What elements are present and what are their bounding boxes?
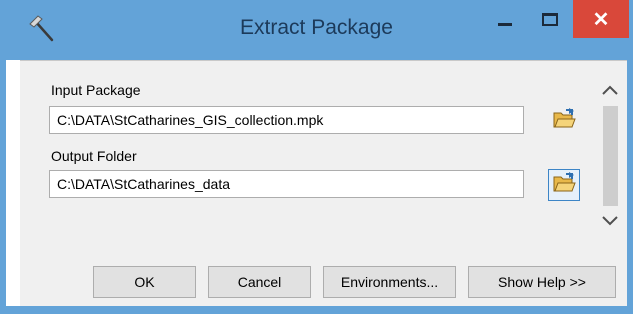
ok-button[interactable]: OK	[93, 266, 196, 298]
output-folder-field[interactable]	[49, 170, 524, 198]
scroll-thumb[interactable]	[603, 106, 618, 206]
folder-open-icon	[552, 171, 576, 199]
cancel-button[interactable]: Cancel	[208, 266, 311, 298]
dialog-content: Input Package Output Folder	[6, 60, 627, 306]
folder-open-icon	[552, 107, 576, 135]
scroll-up-icon[interactable]	[600, 83, 620, 97]
input-package-field[interactable]	[49, 106, 524, 134]
output-folder-browse-button[interactable]	[548, 169, 580, 201]
input-package-browse-button[interactable]	[548, 105, 580, 137]
show-help-button[interactable]: Show Help >>	[468, 266, 616, 298]
vertical-scrollbar[interactable]	[594, 71, 627, 236]
close-icon: ✕	[592, 8, 610, 31]
title-bar[interactable]: Extract Package ✕	[0, 0, 633, 60]
environments-button[interactable]: Environments...	[323, 266, 456, 298]
parameters-pane: Input Package Output Folder	[20, 60, 627, 250]
maximize-button[interactable]	[527, 0, 573, 38]
input-package-label: Input Package	[51, 82, 141, 98]
scroll-down-icon[interactable]	[600, 214, 620, 228]
minimize-icon	[498, 22, 512, 26]
minimize-button[interactable]	[483, 0, 527, 38]
extract-package-dialog: Extract Package ✕ Input Package C:\DATA\…	[0, 0, 633, 314]
output-folder-label: Output Folder	[51, 148, 137, 164]
button-bar: OK Cancel Environments... Show Help >>	[20, 250, 627, 306]
close-button[interactable]: ✕	[573, 0, 629, 38]
maximize-icon	[542, 12, 558, 26]
